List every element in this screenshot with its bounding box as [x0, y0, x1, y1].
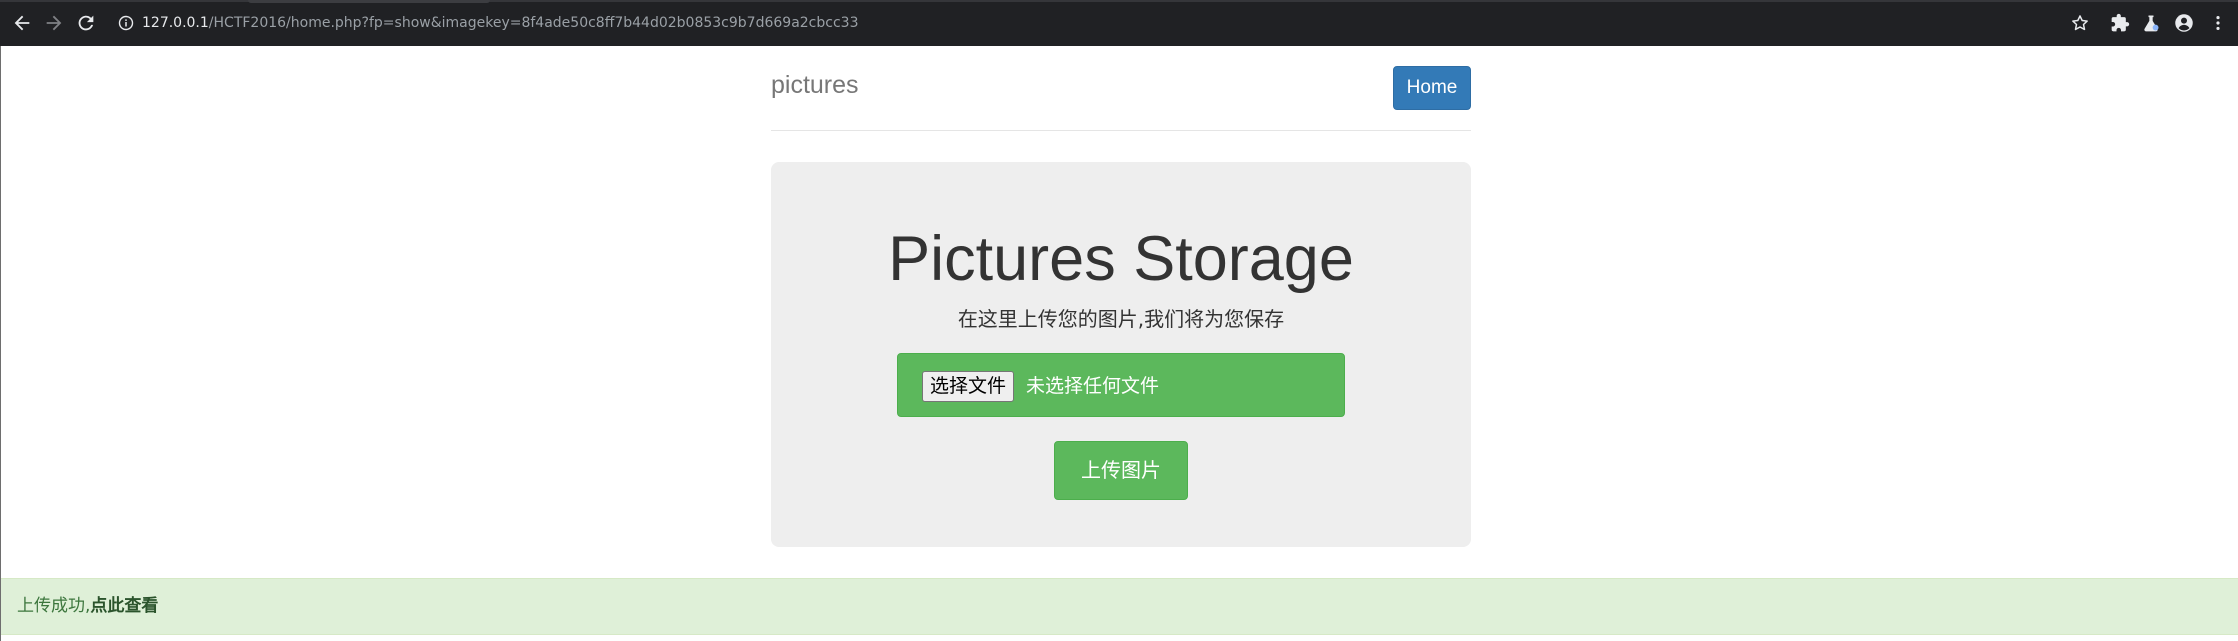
page-content: pictures Home Pictures Storage 在这里上传您的图片… [0, 46, 2238, 641]
upload-button[interactable]: 上传图片 [1054, 441, 1188, 500]
menu-icon[interactable] [2208, 13, 2228, 33]
active-tab-edge[interactable] [248, 0, 490, 3]
back-icon[interactable] [11, 12, 33, 34]
upload-panel: Pictures Storage 在这里上传您的图片,我们将为您保存 选择文件 … [771, 162, 1471, 547]
url-path: /HCTF2016/home.php?fp=show&imagekey=8f4a… [208, 15, 859, 31]
extensions-icon[interactable] [2110, 13, 2130, 33]
profile-icon[interactable] [2174, 13, 2194, 33]
choose-file-button[interactable]: 选择文件 [922, 371, 1015, 402]
forward-icon[interactable] [43, 12, 65, 34]
file-status-text: 未选择任何文件 [1026, 375, 1160, 397]
star-icon[interactable] [2070, 13, 2090, 33]
browser-toolbar: 127.0.0.1/HCTF2016/home.php?fp=show&imag… [0, 0, 2238, 46]
main-container: pictures Home Pictures Storage 在这里上传您的图片… [771, 46, 1471, 641]
lab-icon[interactable] [2141, 13, 2161, 33]
header-divider [771, 130, 1471, 131]
page-title: Pictures Storage [888, 224, 1354, 294]
address-bar[interactable]: 127.0.0.1/HCTF2016/home.php?fp=show&imag… [142, 13, 858, 33]
page-subtitle: 在这里上传您的图片,我们将为您保存 [957, 307, 1285, 331]
success-alert: 上传成功,点此查看 [1, 578, 2238, 635]
info-icon[interactable] [118, 15, 134, 31]
site-brand: pictures [771, 71, 859, 99]
home-button[interactable]: Home [1393, 66, 1471, 110]
alert-message: 上传成功, [17, 596, 91, 616]
reload-icon[interactable] [75, 12, 97, 34]
url-host: 127.0.0.1 [142, 15, 209, 31]
view-link[interactable]: 点此查看 [90, 596, 158, 616]
file-input[interactable]: 选择文件 未选择任何文件 [897, 353, 1345, 417]
